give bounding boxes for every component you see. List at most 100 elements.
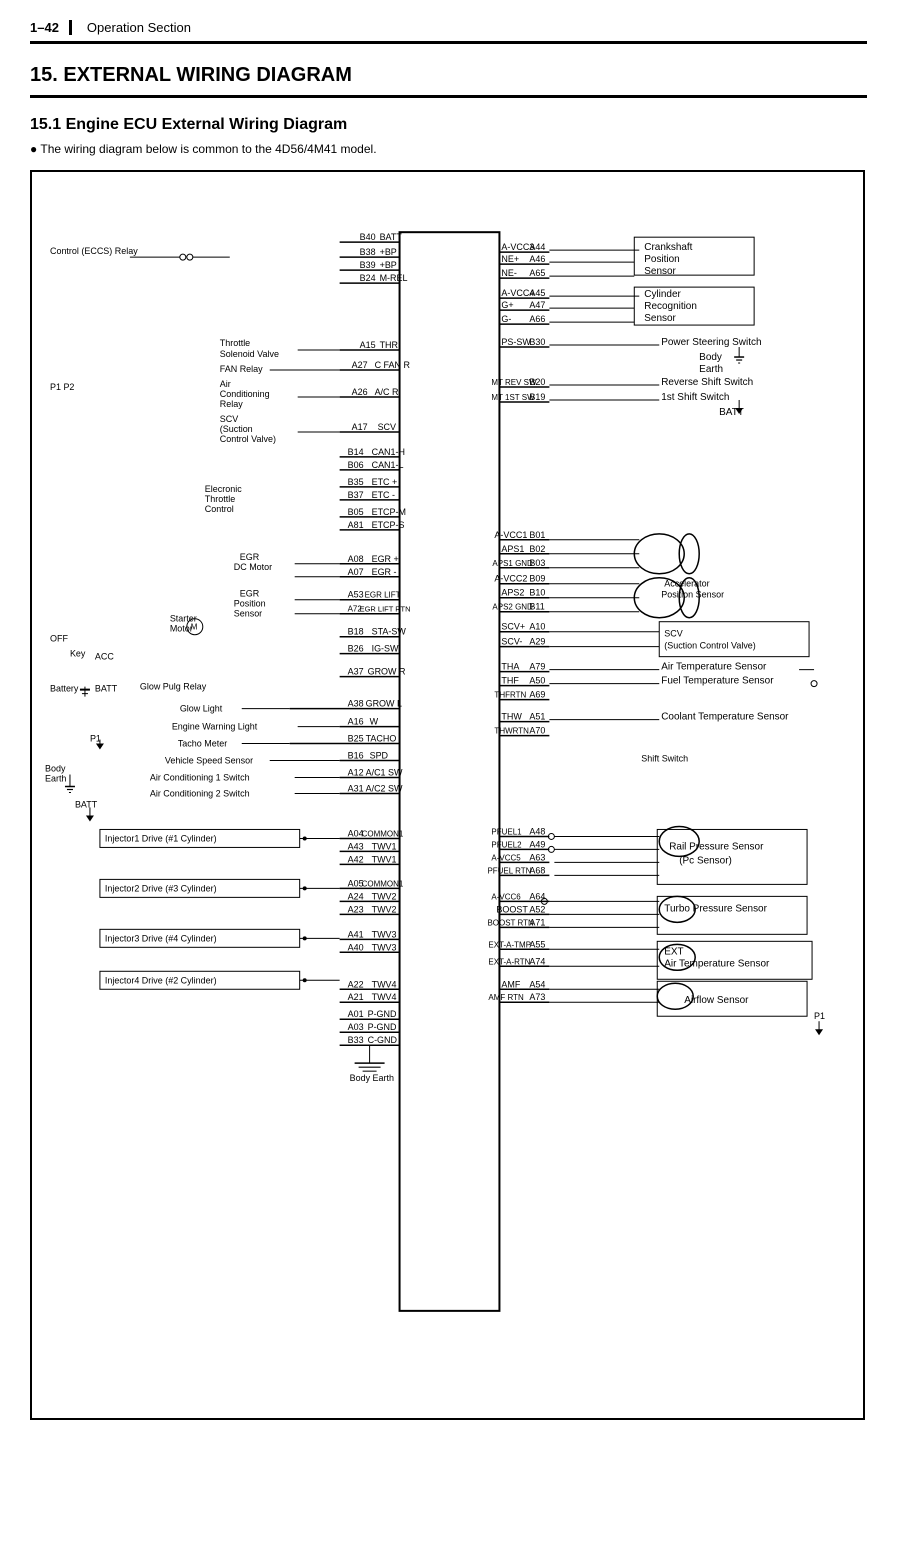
svg-text:Body: Body — [45, 764, 66, 774]
svg-text:Turbo Pressure Sensor: Turbo Pressure Sensor — [664, 903, 767, 914]
svg-text:Sensor: Sensor — [234, 609, 262, 619]
svg-text:W: W — [370, 717, 379, 727]
svg-text:A/C1 SW: A/C1 SW — [366, 768, 403, 778]
svg-text:Sensor: Sensor — [644, 266, 676, 277]
svg-text:C FAN R: C FAN R — [375, 360, 411, 370]
svg-text:APS1 GND: APS1 GND — [492, 559, 533, 568]
svg-text:Rail Pressure Sensor: Rail Pressure Sensor — [669, 841, 764, 852]
svg-text:THWRTN: THWRTN — [494, 727, 529, 736]
svg-text:A50: A50 — [529, 676, 545, 686]
svg-text:A10: A10 — [529, 622, 545, 632]
page-number: 1–42 — [30, 20, 72, 35]
svg-text:SCV: SCV — [664, 629, 682, 639]
svg-text:Key: Key — [70, 649, 86, 659]
svg-text:B39: B39 — [360, 260, 376, 270]
svg-text:A48: A48 — [529, 826, 545, 836]
svg-text:A21: A21 — [348, 992, 364, 1002]
svg-text:ETC -: ETC - — [372, 490, 395, 500]
svg-text:+BP: +BP — [380, 260, 397, 270]
svg-text:A16: A16 — [348, 717, 364, 727]
svg-text:TWV4: TWV4 — [372, 992, 397, 1002]
svg-text:Engine Warning Light: Engine Warning Light — [172, 722, 258, 732]
svg-text:Position: Position — [234, 599, 266, 609]
sub-title: 15.1 Engine ECU External Wiring Diagram — [30, 116, 867, 134]
svg-text:A38: A38 — [348, 699, 364, 709]
svg-text:A03: A03 — [348, 1022, 364, 1032]
svg-text:PFUEL1: PFUEL1 — [491, 827, 522, 836]
svg-text:A63: A63 — [529, 852, 545, 862]
svg-text:M: M — [191, 623, 198, 632]
svg-text:A27: A27 — [352, 360, 368, 370]
svg-text:EGR: EGR — [240, 589, 260, 599]
svg-text:Injector2 Drive (#3 Cylinder): Injector2 Drive (#3 Cylinder) — [105, 883, 217, 893]
svg-text:B14: B14 — [348, 447, 364, 457]
svg-text:A-VCC6: A-VCC6 — [491, 892, 521, 901]
svg-text:AMF RTN: AMF RTN — [488, 993, 524, 1002]
svg-text:M-REL: M-REL — [380, 273, 408, 283]
svg-text:Control (ECCS) Relay: Control (ECCS) Relay — [50, 246, 138, 256]
svg-text:Injector3 Drive (#4 Cylinder): Injector3 Drive (#4 Cylinder) — [105, 933, 217, 943]
svg-text:B18: B18 — [348, 627, 364, 637]
svg-text:A37: A37 — [348, 667, 364, 677]
svg-text:Throttle: Throttle — [220, 338, 250, 348]
svg-text:Air Conditioning 1 Switch: Air Conditioning 1 Switch — [150, 773, 250, 783]
svg-text:P-GND: P-GND — [368, 1009, 397, 1019]
svg-text:BATT: BATT — [75, 799, 98, 809]
svg-text:A73: A73 — [529, 992, 545, 1002]
svg-text:A23: A23 — [348, 904, 364, 914]
svg-text:A41: A41 — [348, 929, 364, 939]
svg-text:AMF: AMF — [501, 979, 520, 989]
svg-text:EXT-A-TMP: EXT-A-TMP — [488, 940, 531, 949]
svg-text:A46: A46 — [529, 254, 545, 264]
svg-text:A31: A31 — [348, 783, 364, 793]
wiring-diagram-svg: A-VCC3 A44 Crankshaft Position Sensor NE… — [40, 182, 859, 1401]
svg-text:EXT-A-RTN: EXT-A-RTN — [488, 957, 530, 966]
svg-text:B19: B19 — [529, 392, 545, 402]
svg-text:(Suction Control Valve): (Suction Control Valve) — [664, 641, 756, 651]
svg-text:G+: G+ — [501, 300, 513, 310]
svg-text:B25: B25 — [348, 734, 364, 744]
svg-text:TWV3: TWV3 — [372, 929, 397, 939]
svg-text:B26: B26 — [348, 644, 364, 654]
svg-text:PFUEL2: PFUEL2 — [491, 840, 522, 849]
svg-text:A15: A15 — [360, 340, 376, 350]
svg-text:THW: THW — [501, 712, 522, 722]
svg-text:Fuel Temperature Sensor: Fuel Temperature Sensor — [661, 676, 774, 687]
svg-text:SCV+: SCV+ — [501, 622, 525, 632]
svg-text:Position: Position — [644, 254, 679, 265]
svg-text:B33: B33 — [348, 1035, 364, 1045]
svg-text:TWV2: TWV2 — [372, 904, 397, 914]
svg-text:B02: B02 — [529, 544, 545, 554]
svg-text:BATT: BATT — [95, 684, 118, 694]
svg-text:TWV4: TWV4 — [372, 979, 397, 989]
svg-text:A53: A53 — [348, 590, 364, 600]
svg-text:P1: P1 — [90, 734, 101, 744]
svg-text:THFRTN: THFRTN — [494, 691, 526, 700]
svg-text:B30: B30 — [529, 337, 545, 347]
svg-text:A81: A81 — [348, 520, 364, 530]
svg-text:SCV-: SCV- — [501, 637, 522, 647]
svg-text:A52: A52 — [529, 904, 545, 914]
svg-text:A44: A44 — [529, 242, 545, 252]
svg-text:B03: B03 — [529, 558, 545, 568]
svg-text:Relay: Relay — [220, 399, 243, 409]
svg-text:DC Motor: DC Motor — [234, 562, 272, 572]
svg-text:A01: A01 — [348, 1009, 364, 1019]
wiring-diagram-box: A-VCC3 A44 Crankshaft Position Sensor NE… — [30, 170, 865, 1420]
svg-text:A-VCC5: A-VCC5 — [491, 853, 521, 862]
svg-text:Air Conditioning 2 Switch: Air Conditioning 2 Switch — [150, 788, 250, 798]
svg-text:A74: A74 — [529, 956, 545, 966]
svg-text:B06: B06 — [348, 460, 364, 470]
svg-text:SCV: SCV — [220, 414, 238, 424]
svg-text:A70: A70 — [529, 726, 545, 736]
svg-text:A47: A47 — [529, 300, 545, 310]
svg-text:A07: A07 — [348, 567, 364, 577]
svg-text:TWV1: TWV1 — [372, 854, 397, 864]
svg-text:TACHO: TACHO — [366, 734, 397, 744]
svg-text:Control: Control — [205, 504, 234, 514]
svg-text:P-GND: P-GND — [368, 1022, 397, 1032]
svg-text:A51: A51 — [529, 712, 545, 722]
svg-text:A79: A79 — [529, 662, 545, 672]
svg-text:A64: A64 — [529, 891, 545, 901]
svg-text:Injector4 Drive (#2 Cylinder): Injector4 Drive (#2 Cylinder) — [105, 975, 217, 985]
